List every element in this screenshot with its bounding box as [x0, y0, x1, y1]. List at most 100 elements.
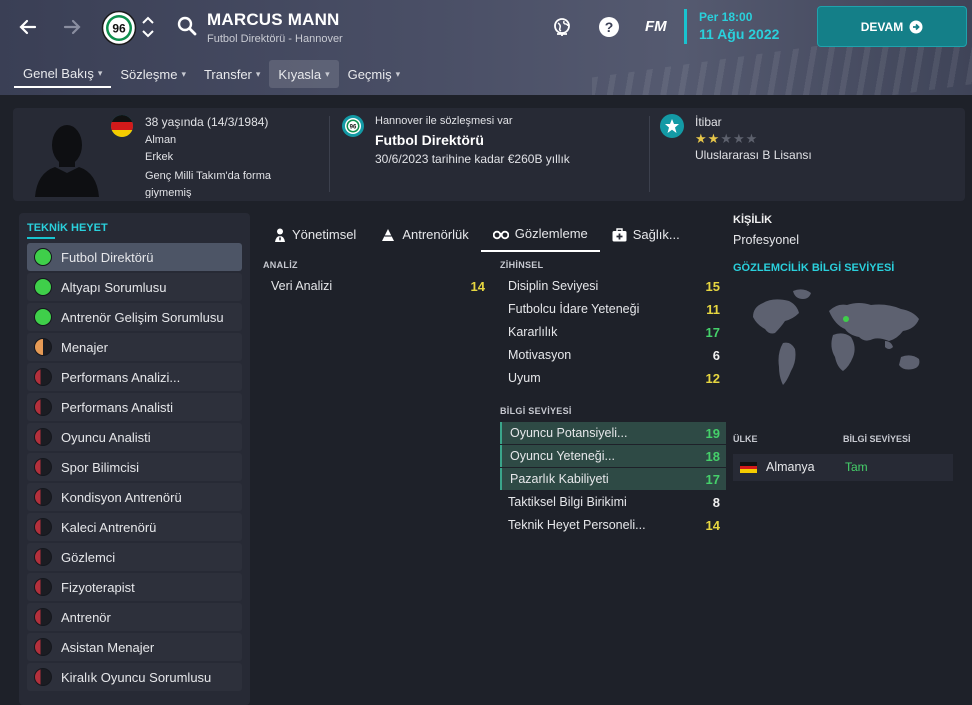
- forward-button[interactable]: [57, 12, 87, 42]
- date-date[interactable]: 11 Ağu 2022: [699, 26, 779, 42]
- attribute-label: Disiplin Seviyesi: [508, 279, 599, 293]
- staff-item[interactable]: Oyuncu Analisti: [27, 423, 242, 451]
- tab-antrenorluk[interactable]: Antrenörlük: [368, 217, 480, 252]
- staff-item[interactable]: Altyapı Sorumlusu: [27, 273, 242, 301]
- divider: [329, 116, 330, 192]
- staff-item[interactable]: Kaleci Antrenörü: [27, 513, 242, 541]
- staff-item[interactable]: Performans Analisti: [27, 393, 242, 421]
- fm-logo[interactable]: FM: [645, 18, 667, 35]
- star-icon: ★: [732, 131, 746, 146]
- search-icon[interactable]: [176, 15, 198, 37]
- date-accent-bar: [684, 9, 687, 44]
- date-day[interactable]: Per 18:00: [699, 10, 752, 24]
- knowledge-level-icon: [34, 518, 52, 536]
- continue-button[interactable]: DEVAM: [817, 6, 967, 47]
- world-map[interactable]: [733, 285, 953, 395]
- person-youth-caps: Genç Milli Takım'da forma giymemiş: [145, 170, 271, 198]
- help-button[interactable]: ?: [598, 16, 620, 38]
- person-role[interactable]: Futbol Direktörü - Hannover: [207, 33, 343, 45]
- tab-kiyasla[interactable]: Kıyasla ▾: [269, 60, 339, 88]
- knowledge-level-icon: [34, 248, 52, 266]
- attribute-label: Oyuncu Yeteneği...: [510, 449, 615, 463]
- personality-title: KİŞİLİK: [733, 214, 773, 226]
- tab-gozlemleme[interactable]: Gözlemleme: [480, 217, 600, 252]
- attribute-row[interactable]: Oyuncu Yeteneği... 18: [500, 445, 726, 467]
- attribute-row[interactable]: Kararlılık 17: [500, 321, 726, 343]
- staff-item-label: Spor Bilimcisi: [61, 459, 140, 475]
- attribute-row[interactable]: Disiplin Seviyesi 15: [500, 275, 726, 297]
- country-column-header[interactable]: ÜLKE: [733, 434, 758, 444]
- club-badge-icon[interactable]: 96: [101, 10, 137, 46]
- tab-yonetimsel[interactable]: Yönetimsel: [262, 217, 368, 252]
- person-silhouette-icon[interactable]: [31, 115, 103, 197]
- country-row[interactable]: Almanya Tam: [733, 454, 953, 481]
- staff-item-label: Kondisyon Antrenörü: [61, 489, 182, 505]
- tab-genel-bakis[interactable]: Genel Bakış ▾: [14, 60, 112, 88]
- person-nationality[interactable]: Alman: [145, 134, 176, 146]
- attribute-label: Veri Analizi: [271, 279, 333, 293]
- staff-item-label: Antrenör: [61, 609, 111, 625]
- attribute-row[interactable]: Oyuncu Potansiyeli... 19: [500, 422, 726, 444]
- question-icon: ?: [599, 17, 619, 37]
- staff-item[interactable]: Asistan Menajer: [27, 633, 242, 661]
- license: Uluslararası B Lisansı: [695, 148, 812, 162]
- germany-flag-icon: [111, 115, 133, 137]
- attribute-row[interactable]: Teknik Heyet Personeli... 14: [500, 514, 726, 536]
- star-icon: ★: [745, 131, 759, 146]
- attribute-row[interactable]: Pazarlık Kabiliyeti 17: [500, 468, 726, 490]
- club-badge-icon[interactable]: 96: [342, 115, 364, 137]
- staff-item[interactable]: Kiralık Oyuncu Sorumlusu: [27, 663, 242, 691]
- level-column-header[interactable]: BİLGİ SEVİYESİ: [843, 434, 911, 444]
- attribute-value: 12: [705, 370, 720, 386]
- knowledge-level-icon: [34, 578, 52, 596]
- tab-transfer[interactable]: Transfer ▾: [195, 60, 269, 88]
- tab-label: Sağlık...: [632, 227, 680, 242]
- staff-item[interactable]: Performans Analizi...: [27, 363, 242, 391]
- attribute-label: Pazarlık Kabiliyeti: [510, 472, 609, 486]
- globe-button[interactable]: [551, 16, 573, 38]
- mental-title: ZİHİNSEL: [500, 260, 544, 270]
- attribute-row[interactable]: Uyum 12: [500, 367, 726, 389]
- staff-item[interactable]: Fizyoterapist: [27, 573, 242, 601]
- profile-tabs: Genel Bakış ▾ Sözleşme ▾ Transfer ▾ Kıyasla…: [14, 60, 409, 88]
- knowledge-level-icon: [34, 338, 52, 356]
- attribute-row[interactable]: Taktiksel Bilgi Birikimi 8: [500, 491, 726, 513]
- top-header: 96 MARCUS MANN Futbol Direktörü - Hannov…: [0, 0, 972, 95]
- attribute-row[interactable]: Veri Analizi 14: [263, 275, 491, 297]
- attribute-value: 14: [470, 278, 485, 294]
- person-tie-icon: [275, 228, 285, 242]
- tab-gecmis[interactable]: Geçmiş ▾: [339, 60, 410, 88]
- staff-item[interactable]: Menajer: [27, 333, 242, 361]
- tab-saglik[interactable]: Sağlık...: [600, 217, 692, 252]
- staff-item[interactable]: Futbol Direktörü: [27, 243, 242, 271]
- arrow-right-icon: [63, 19, 81, 35]
- attribute-value: 14: [705, 517, 720, 533]
- reputation-stars[interactable]: ★★★★★: [695, 131, 758, 147]
- attribute-tabs: Yönetimsel Antrenörlük Gözlemleme Sağlık…: [262, 217, 692, 252]
- staff-item[interactable]: Gözlemci: [27, 543, 242, 571]
- attribute-row[interactable]: Futbolcu İdare Yeteneği 11: [500, 298, 726, 320]
- continue-label: DEVAM: [860, 19, 904, 34]
- person-name: MARCUS MANN: [207, 10, 340, 29]
- person-gender: Erkek: [145, 151, 174, 163]
- staff-item-label: Asistan Menajer: [61, 639, 155, 655]
- contract-role: Futbol Direktörü: [375, 132, 484, 148]
- tab-sozlesme[interactable]: Sözleşme ▾: [111, 60, 195, 88]
- attribute-label: Futbolcu İdare Yeteneği: [508, 302, 640, 316]
- tab-label: Geçmiş: [347, 66, 392, 82]
- attribute-value: 17: [705, 471, 720, 487]
- staff-item-label: Fizyoterapist: [61, 579, 135, 595]
- svg-text:96: 96: [350, 125, 357, 131]
- staff-item[interactable]: Kondisyon Antrenörü: [27, 483, 242, 511]
- back-button[interactable]: [13, 12, 43, 42]
- staff-item[interactable]: Antrenör Gelişim Sorumlusu: [27, 303, 242, 331]
- knowledge-level-icon: [34, 608, 52, 626]
- star-icon: ★: [720, 131, 733, 146]
- attribute-label: Oyuncu Potansiyeli...: [510, 426, 628, 440]
- knowledge-level-icon: [34, 638, 52, 656]
- knowledge-title: BİLGİ SEVİYESİ: [500, 406, 572, 416]
- staff-item[interactable]: Spor Bilimcisi: [27, 453, 242, 481]
- chevron-updown-icon[interactable]: [140, 14, 156, 40]
- attribute-row[interactable]: Motivasyon 6: [500, 344, 726, 366]
- staff-item[interactable]: Antrenör: [27, 603, 242, 631]
